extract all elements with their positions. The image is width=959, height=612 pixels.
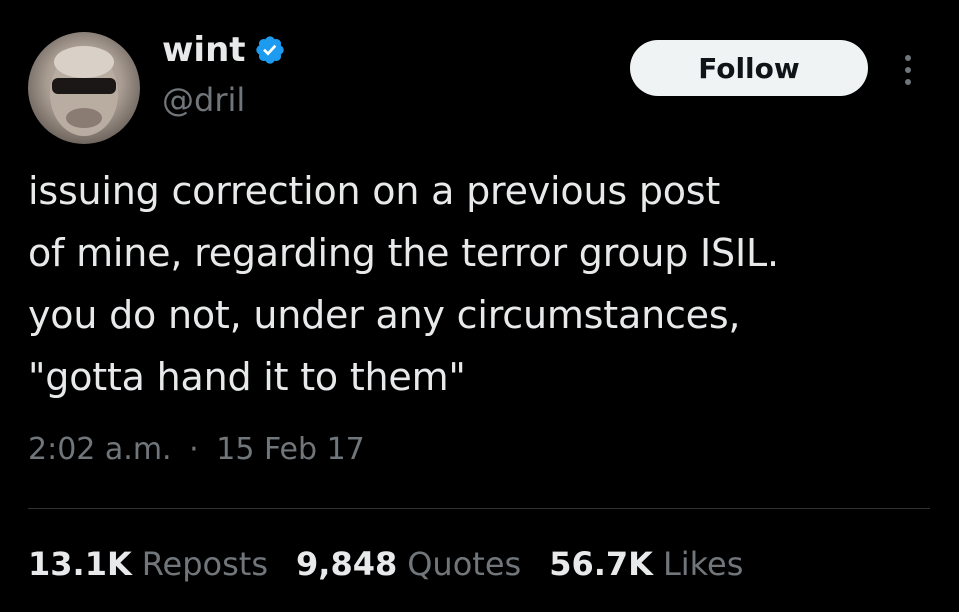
reposts-label: Reposts: [141, 545, 269, 583]
tweet-card: wint @dril Follow issuing correction on …: [0, 0, 959, 612]
tweet-text-line: you do not, under any circumstances,: [28, 293, 741, 337]
tweet-text-line: issuing correction on a previous post: [28, 169, 721, 213]
author-handle[interactable]: @dril: [162, 80, 245, 120]
avatar-image: [50, 46, 118, 136]
avatar[interactable]: [28, 32, 140, 144]
quotes-stat[interactable]: 9,848 Quotes: [296, 545, 521, 583]
follow-button[interactable]: Follow: [630, 40, 868, 96]
tweet-text-line: "gotta hand it to them": [28, 355, 466, 399]
meta-separator: ·: [189, 432, 199, 467]
reposts-count: 13.1K: [28, 545, 132, 583]
tweet-text: issuing correction on a previous post of…: [28, 160, 948, 408]
likes-stat[interactable]: 56.7K Likes: [549, 545, 743, 583]
likes-label: Likes: [662, 545, 744, 583]
divider: [28, 508, 930, 509]
verified-badge-icon: [255, 36, 284, 64]
engagement-stats: 13.1K Reposts 9,848 Quotes 56.7K Likes: [28, 540, 771, 588]
quotes-count: 9,848: [296, 545, 398, 583]
tweet-timestamp[interactable]: 2:02 a.m. · 15 Feb 17: [28, 428, 365, 472]
author-display-name[interactable]: wint: [162, 28, 246, 72]
quotes-label: Quotes: [407, 545, 522, 583]
tweet-text-line: of mine, regarding the terror group ISIL…: [28, 231, 779, 275]
likes-count: 56.7K: [549, 545, 653, 583]
more-options-icon[interactable]: [896, 48, 920, 92]
reposts-stat[interactable]: 13.1K Reposts: [28, 545, 268, 583]
tweet-time: 2:02 a.m.: [28, 432, 172, 467]
author-name-row: wint: [162, 28, 286, 72]
tweet-date: 15 Feb 17: [216, 432, 365, 467]
